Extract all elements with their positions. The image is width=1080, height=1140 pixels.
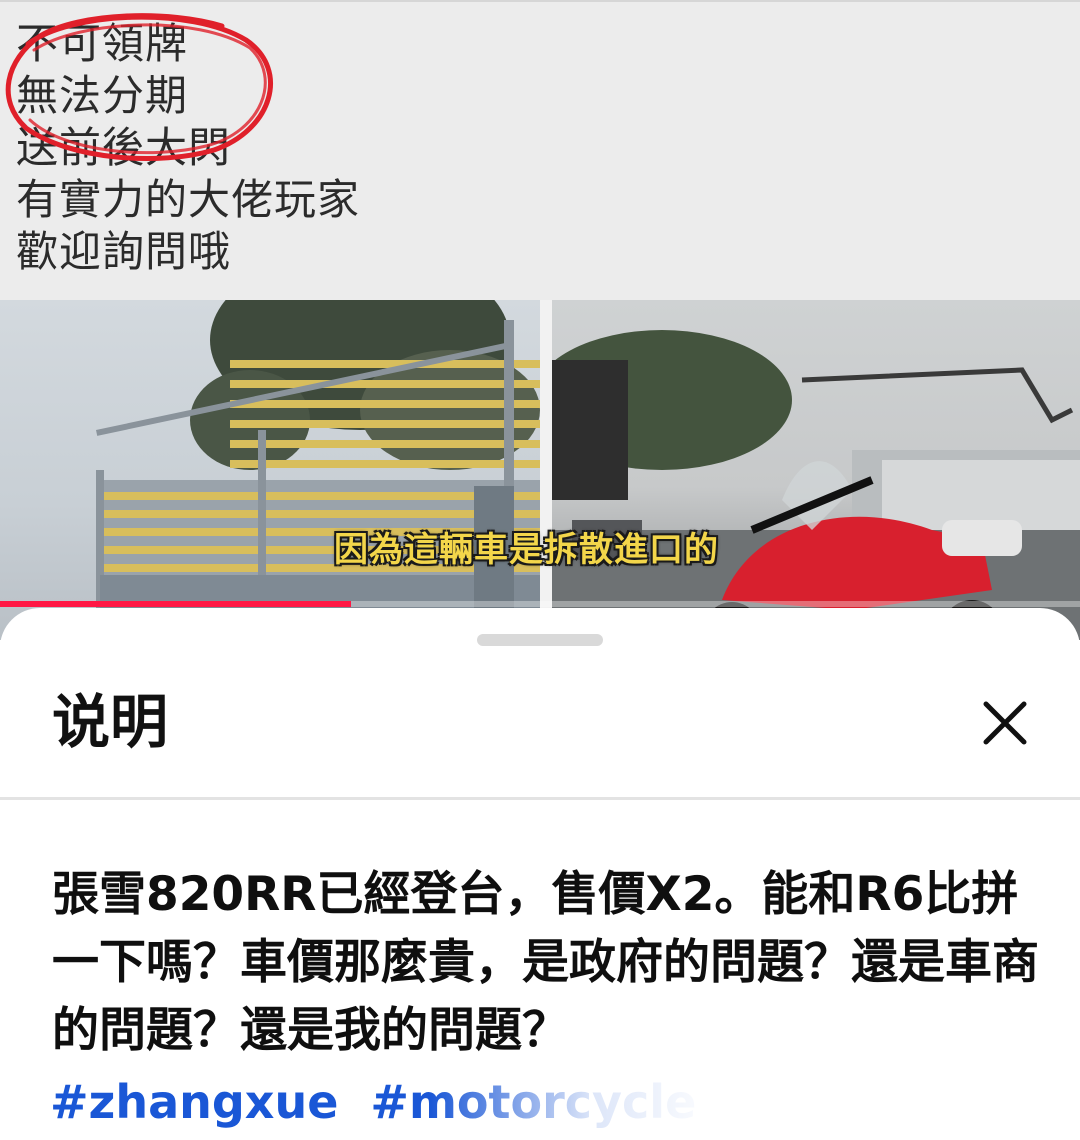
overlay-line: 歡迎詢問哦 — [16, 227, 232, 276]
drag-handle[interactable] — [477, 634, 603, 646]
screen: 不可領牌 無法分期 送前後大閃 有實力的大佬玩家 歡迎詢問哦 因為這輛車是拆散進… — [0, 0, 1080, 1140]
red-circle-annotation — [5, 13, 273, 162]
description-sheet: 说明 張雪820RR已經登台，售價X2。能和R6比拼一下嗎？車價那麼貴，是政府的… — [0, 608, 1080, 1140]
video-frame-left — [0, 300, 540, 640]
sheet-divider — [0, 797, 1080, 800]
overlay-line: 有實力的大佬玩家 — [16, 175, 361, 224]
close-icon — [983, 701, 1027, 745]
video-progress-bar[interactable] — [0, 601, 1080, 607]
video-subtitle: 因為這輛車是拆散進口的 — [334, 530, 719, 570]
video-description: 張雪820RR已經登台，售價X2。能和R6比拼一下嗎？車價那麼貴，是政府的問題？… — [52, 867, 1039, 1058]
motorcycle-scene-graphic — [552, 330, 1080, 640]
sheet-title: 说明 — [52, 688, 169, 756]
video-player[interactable]: 不可領牌 無法分期 送前後大閃 有實力的大佬玩家 歡迎詢問哦 因為這輛車是拆散進… — [0, 0, 1080, 640]
hashtag-link[interactable]: #zhangxue — [50, 1075, 338, 1129]
fence-scene-graphic — [96, 300, 540, 640]
video-frame-right — [552, 300, 1080, 640]
close-button[interactable] — [966, 686, 1044, 760]
frame-gap — [540, 300, 552, 640]
text-fade-overlay — [430, 1060, 1080, 1140]
video-progress-fill — [0, 601, 351, 607]
